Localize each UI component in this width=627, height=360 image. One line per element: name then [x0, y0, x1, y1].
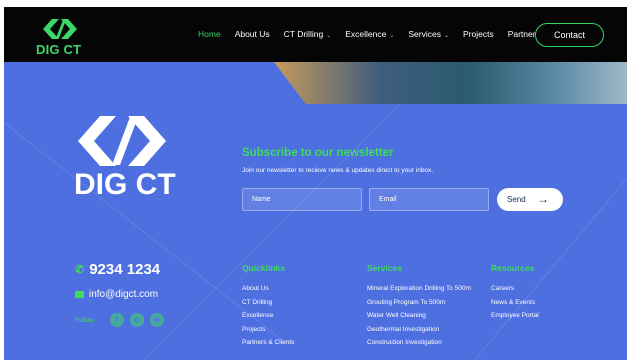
nav-ct-drilling[interactable]: CT Drilling ⌄: [284, 29, 332, 39]
services-column: Services Mineral Exploration Drilling To…: [367, 263, 471, 353]
nav-about-us-label: About Us: [234, 29, 270, 39]
logo-text: DIG CT: [36, 42, 82, 57]
site-header: DIG CT Home About Us CT Drilling ⌄ Excell…: [4, 7, 627, 62]
services-title: Services: [367, 263, 402, 273]
nav-excellence-label: Excellence: [345, 29, 387, 39]
phone-icon: ✆: [75, 264, 85, 276]
follow-label: Follow:: [75, 316, 96, 324]
footer-logo: DIG CT: [72, 110, 182, 210]
footer-link[interactable]: News & Events: [491, 299, 539, 313]
resources-column: Resources Careers News & Events Employee…: [491, 263, 539, 326]
footer-link[interactable]: Projects: [242, 326, 294, 340]
email-input[interactable]: Email: [369, 188, 489, 211]
footer-link[interactable]: Construction Investigation: [367, 339, 471, 353]
nav-home[interactable]: Home: [198, 29, 221, 39]
social-links: Follow: f ◎ in: [75, 313, 164, 327]
nav-services[interactable]: Services ⌄: [408, 29, 449, 39]
footer-link[interactable]: Careers: [491, 285, 539, 299]
name-input[interactable]: Name: [242, 188, 362, 211]
email-address: info@digct.com: [89, 289, 159, 300]
arrow-right-icon: →: [537, 192, 549, 206]
quicklinks-title: Quicklinks: [242, 263, 285, 273]
logo-mark-icon: [78, 116, 166, 166]
nav-ct-drilling-label: CT Drilling: [283, 29, 324, 39]
footer-link[interactable]: About Us: [242, 285, 294, 299]
footer-link[interactable]: Water Well Cleaning: [367, 312, 471, 326]
drilling-site-image: [274, 62, 627, 104]
footer-logo-text: DIG CT: [74, 168, 176, 201]
newsletter-subtitle: Join our newsletter to recieve news & up…: [242, 167, 434, 174]
resources-title: Resources: [491, 263, 535, 273]
send-button[interactable]: Send →: [497, 188, 563, 211]
email-link[interactable]: info@digct.com: [75, 289, 158, 300]
nav-services-label: Services: [408, 29, 441, 39]
footer-link[interactable]: Mineral Exploration Drilling To 500m: [367, 285, 471, 299]
nav-home-label: Home: [198, 29, 221, 39]
chevron-down-icon: ⌄: [443, 33, 449, 39]
footer-link[interactable]: Employee Portal: [491, 312, 539, 326]
mail-icon: [75, 291, 84, 298]
footer-link[interactable]: CT Drilling: [242, 299, 294, 313]
send-button-label: Send: [507, 195, 526, 204]
footer-link[interactable]: Grouting Program To 500m: [367, 299, 471, 313]
logo-mark-icon: [43, 19, 77, 39]
linkedin-icon[interactable]: in: [149, 313, 164, 327]
nav-projects[interactable]: Projects: [463, 29, 494, 39]
footer-link[interactable]: Excellence: [242, 312, 294, 326]
main-nav: Home About Us CT Drilling ⌄ Excellence ⌄ S…: [198, 29, 554, 39]
nav-about-us[interactable]: About Us: [235, 29, 270, 39]
nav-excellence[interactable]: Excellence ⌄: [345, 29, 394, 39]
chevron-down-icon: ⌄: [326, 33, 332, 39]
facebook-icon[interactable]: f: [109, 313, 124, 327]
contact-button[interactable]: Contact: [535, 23, 604, 47]
nav-projects-label: Projects: [462, 29, 494, 39]
phone-link[interactable]: ✆ 9234 1234: [75, 261, 160, 278]
site-logo[interactable]: DIG CT: [36, 16, 86, 58]
instagram-icon[interactable]: ◎: [129, 313, 144, 327]
newsletter-title: Subscribe to our newsletter: [242, 147, 394, 159]
footer-link[interactable]: Partners & Clients: [242, 339, 294, 353]
phone-number: 9234 1234: [89, 261, 161, 278]
footer-link[interactable]: Geothermal Investigation: [367, 326, 471, 340]
quicklinks-column: Quicklinks About Us CT Drilling Excellen…: [242, 263, 294, 353]
chevron-down-icon: ⌄: [389, 33, 395, 39]
